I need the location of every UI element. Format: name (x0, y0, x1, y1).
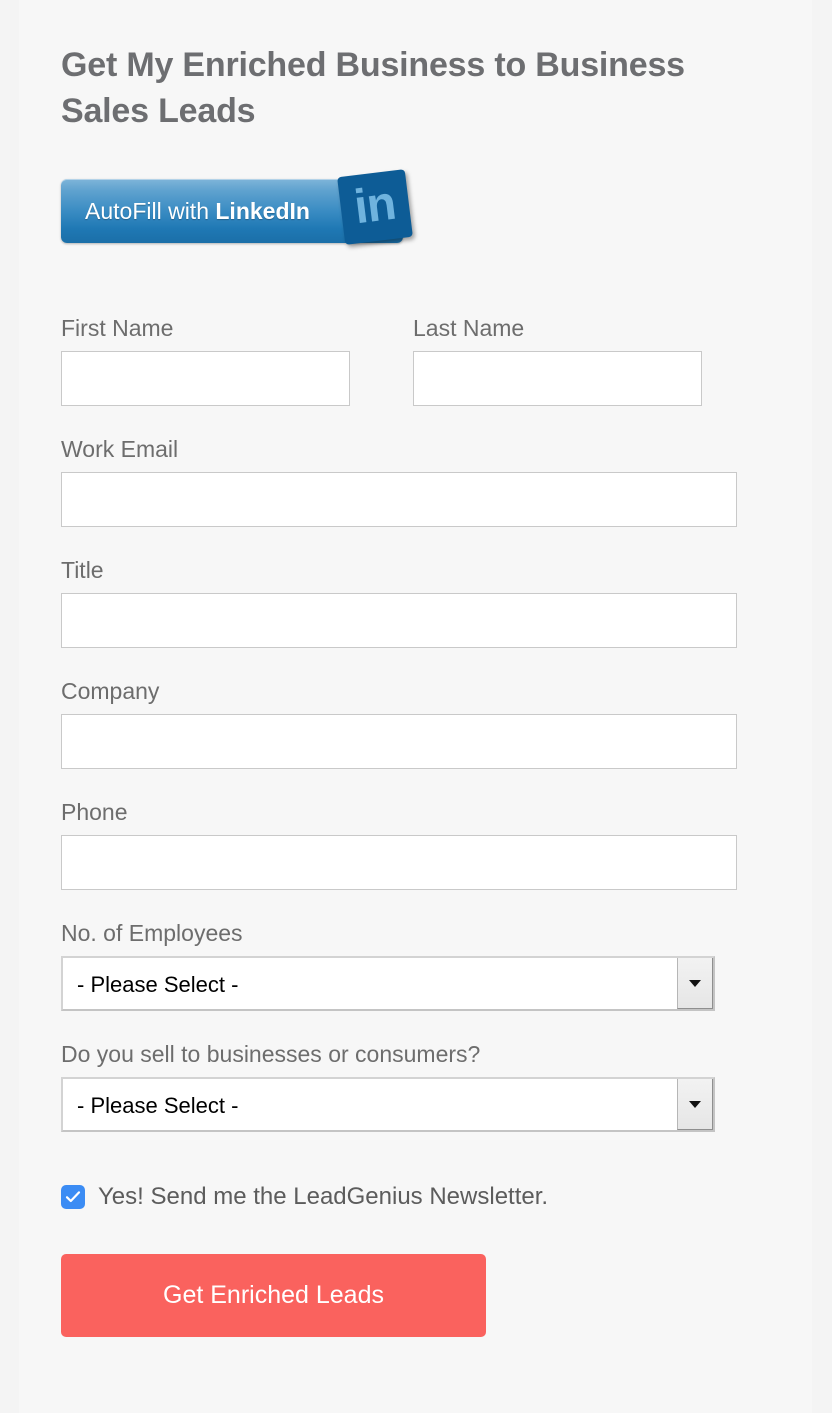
autofill-label-brand: LinkedIn (215, 198, 310, 224)
newsletter-label: Yes! Send me the LeadGenius Newsletter. (98, 1183, 549, 1210)
employees-select-value: - Please Select - (77, 972, 239, 997)
title-label: Title (61, 557, 104, 583)
sell-to-label: Do you sell to businesses or consumers? (61, 1041, 481, 1067)
form-container: Get My Enriched Business to Business Sal… (19, 0, 812, 1413)
employees-label: No. of Employees (61, 920, 243, 946)
work-email-field-group: Work Email (61, 434, 761, 527)
first-name-label: First Name (61, 315, 174, 341)
phone-field-group: Phone (61, 797, 761, 890)
newsletter-checkbox[interactable] (61, 1185, 85, 1209)
sell-to-field-group: Do you sell to businesses or consumers? … (61, 1039, 761, 1132)
title-input[interactable] (61, 593, 737, 648)
first-name-input[interactable] (61, 351, 350, 406)
employees-select[interactable]: - Please Select - (61, 956, 715, 1011)
sell-to-select-value: - Please Select - (77, 1093, 239, 1118)
work-email-label: Work Email (61, 436, 179, 462)
get-enriched-leads-button[interactable]: Get Enriched Leads (61, 1254, 486, 1337)
sell-to-select[interactable]: - Please Select - (61, 1077, 715, 1132)
page-title: Get My Enriched Business to Business Sal… (61, 46, 685, 130)
company-input[interactable] (61, 714, 737, 769)
checkmark-icon (65, 1191, 81, 1203)
form: Get My Enriched Business to Business Sal… (61, 0, 761, 1337)
first-name-field-group: First Name (61, 313, 350, 406)
last-name-input[interactable] (413, 351, 702, 406)
phone-input[interactable] (61, 835, 737, 890)
phone-label: Phone (61, 799, 128, 825)
newsletter-row[interactable]: Yes! Send me the LeadGenius Newsletter. (61, 1182, 761, 1212)
last-name-field-group: Last Name (413, 313, 702, 406)
name-row: First Name Last Name (61, 313, 761, 406)
work-email-input[interactable] (61, 472, 737, 527)
employees-field-group: No. of Employees - Please Select - (61, 918, 761, 1011)
last-name-label: Last Name (413, 315, 525, 341)
autofill-with-linkedin-button[interactable]: AutoFill with LinkedIn in (61, 169, 413, 245)
title-field-group: Title (61, 555, 761, 648)
autofill-button-label: AutoFill with LinkedIn (85, 196, 310, 226)
linkedin-icon-text: in (351, 176, 399, 235)
company-label: Company (61, 678, 160, 704)
company-field-group: Company (61, 676, 761, 769)
autofill-label-prefix: AutoFill with (85, 198, 216, 224)
linkedin-icon: in (337, 169, 413, 245)
chevron-down-icon[interactable] (677, 1079, 713, 1130)
fields-group: First Name Last Name Work Email Title Co… (61, 313, 761, 1337)
chevron-down-icon[interactable] (677, 958, 713, 1009)
